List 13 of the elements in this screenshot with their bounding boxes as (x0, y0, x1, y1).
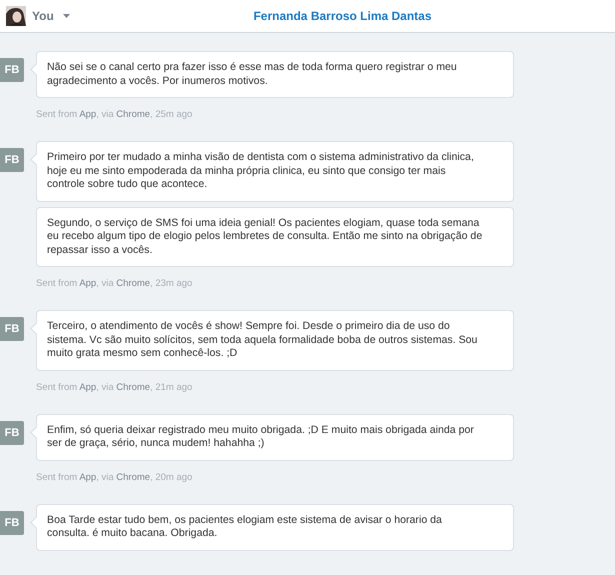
message-meta: Sent from App, via Chrome, 25m ago (36, 109, 192, 120)
initials-avatar: FB (0, 58, 24, 82)
message-meta: Sent from App, via Chrome, 21m ago (36, 382, 192, 392)
initials-avatar: FB (0, 510, 24, 534)
user-menu-button[interactable]: You (30, 9, 72, 23)
message-meta: Sent from App, via Chrome, 20m ago (36, 472, 192, 482)
caret-icon (62, 14, 70, 18)
initials-avatar: FB (0, 148, 24, 172)
message-meta: Sent from App, via Chrome, 23m ago (36, 278, 192, 289)
conversation-title: Fernanda Barroso Lima Dantas (252, 9, 433, 23)
initials-avatar: FB (0, 317, 24, 341)
message-bubble: Segundo, o serviço de SMS foi uma ideia genial! Os pacientes elogiam, quase toda semana eu recebo algum tipo de elogio pelos lembretes de consulta. Então me sinto na obrigação de repassar isso a vocês. (36, 206, 514, 267)
initials-avatar: FB (0, 420, 24, 444)
